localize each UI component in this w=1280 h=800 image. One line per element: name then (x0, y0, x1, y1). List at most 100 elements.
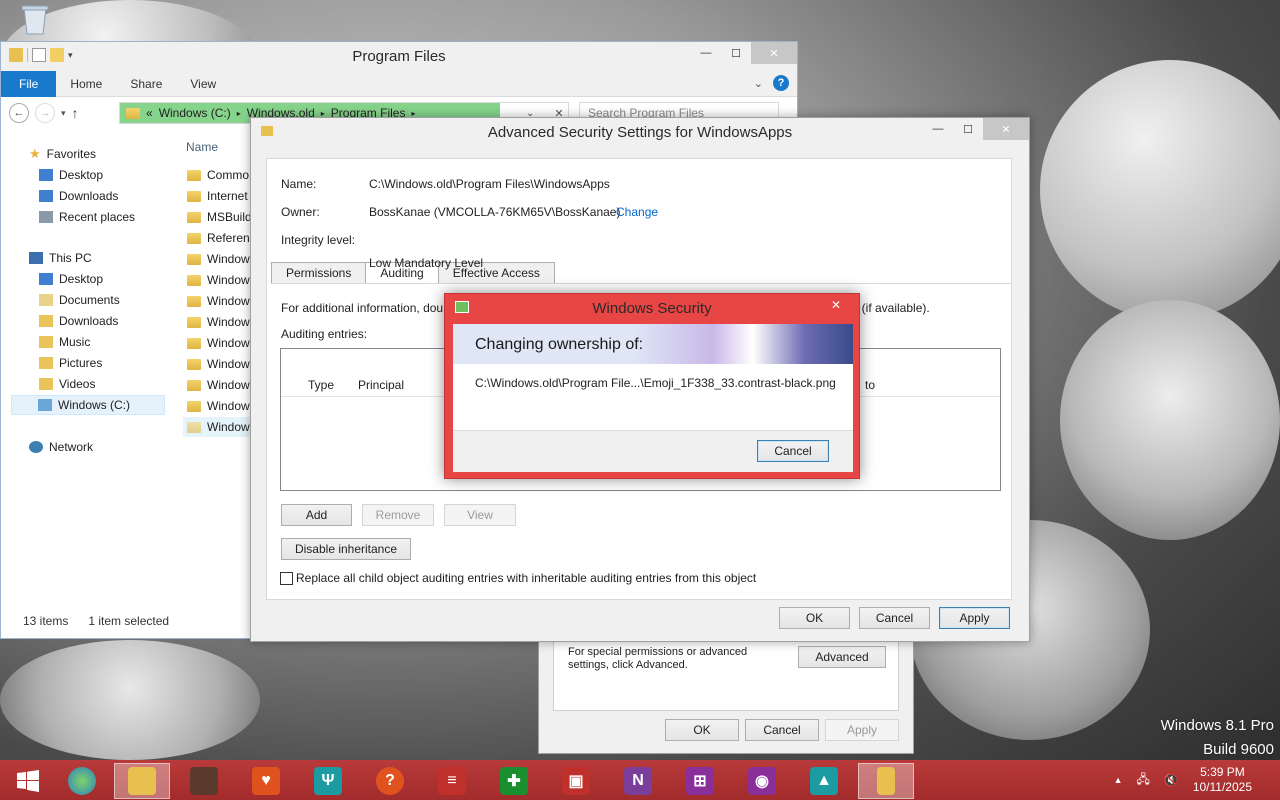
help-icon[interactable]: ? (773, 75, 789, 91)
folder-icon (187, 400, 201, 412)
taskbar-games[interactable]: ✚ (486, 763, 542, 799)
list-item[interactable]: Window (187, 354, 250, 374)
tab-home[interactable]: Home (56, 71, 116, 97)
cancel-button[interactable]: Cancel (745, 719, 819, 741)
taskbar-camera[interactable]: ◉ (734, 763, 790, 799)
close-button[interactable]: ✕ (983, 118, 1029, 140)
recent-locations-icon[interactable]: ▾ (61, 108, 66, 119)
taskbar-maps[interactable]: ⊞ (672, 763, 728, 799)
sidebar-item-desktop[interactable]: Desktop (39, 165, 103, 185)
cancel-button[interactable]: Cancel (757, 440, 829, 462)
up-button[interactable]: ↑ (72, 105, 79, 121)
sidebar-item-network[interactable]: Network (29, 437, 93, 457)
taskbar-explorer[interactable] (114, 763, 170, 799)
replace-child-entries-checkbox[interactable] (280, 572, 293, 585)
apply-button[interactable]: Apply (939, 607, 1010, 629)
close-button[interactable]: ✕ (751, 42, 797, 64)
advanced-title: Advanced Security Settings for WindowsAp… (487, 124, 793, 141)
list-item[interactable]: Window (187, 291, 250, 311)
taskbar-photos[interactable]: ▲ (796, 763, 852, 799)
tab-permissions[interactable]: Permissions (271, 262, 367, 284)
sidebar-item-downloads[interactable]: Downloads (39, 186, 118, 206)
tab-view[interactable]: View (176, 71, 230, 97)
taskbar-video[interactable]: ▣ (548, 763, 604, 799)
cancel-button[interactable]: Cancel (859, 607, 930, 629)
status-bar: 13 items 1 item selected (23, 614, 169, 628)
sidebar-item-pc-desktop[interactable]: Desktop (39, 269, 103, 289)
clock-date: 10/11/2025 (1192, 780, 1252, 794)
list-item[interactable]: Window (187, 249, 250, 269)
address-segment-drive[interactable]: Windows (C:) (159, 106, 231, 120)
taskbar-help[interactable]: ? (362, 763, 418, 799)
tab-share[interactable]: Share (116, 71, 176, 97)
list-item[interactable]: Window (187, 270, 250, 290)
ribbon-tabs: File Home Share View ⌄ ? (1, 70, 797, 97)
list-item[interactable]: Window (187, 333, 250, 353)
taskbar: ♥ Ψ ? ≡ ✚ ▣ N ⊞ ◉ ▲ ▲ 🖧 🔇 5:39 PM 10/11/… (0, 760, 1280, 800)
minimize-button[interactable]: — (923, 118, 953, 140)
taskbar-health[interactable]: ♥ (238, 763, 294, 799)
column-header-applies-to[interactable]: to (865, 378, 875, 392)
taskbar-reading-list[interactable]: ≡ (424, 763, 480, 799)
desktop-icon (39, 169, 53, 181)
back-button[interactable]: ← (9, 103, 29, 123)
list-item[interactable]: Commo (187, 165, 249, 185)
tab-file[interactable]: File (1, 70, 57, 97)
show-hidden-icons-icon[interactable]: ▲ (1114, 775, 1123, 785)
sidebar-item-music[interactable]: Music (39, 332, 90, 352)
list-item[interactable]: Window (187, 375, 250, 395)
disable-inheritance-button[interactable]: Disable inheritance (281, 538, 411, 560)
column-header-type[interactable]: Type (308, 378, 334, 392)
sidebar-item-pictures[interactable]: Pictures (39, 353, 102, 373)
expand-ribbon-icon[interactable]: ⌄ (754, 77, 763, 90)
column-header-principal[interactable]: Principal (358, 378, 404, 392)
sidebar-item-documents[interactable]: Documents (39, 290, 120, 310)
remove-button[interactable]: Remove (362, 504, 434, 526)
volume-muted-icon[interactable]: 🔇 (1164, 773, 1179, 787)
start-button[interactable] (0, 763, 56, 799)
list-item[interactable]: MSBuild (187, 207, 252, 227)
advanced-button[interactable]: Advanced (798, 646, 886, 668)
change-owner-link[interactable]: Change (616, 205, 658, 219)
minimize-button[interactable]: — (691, 42, 721, 64)
properties-panel: For special permissions or advanced sett… (553, 641, 899, 711)
taskbar-folder[interactable] (858, 763, 914, 799)
sidebar-item-drive[interactable]: Windows (C:) (11, 395, 165, 415)
sidebar-item-recent-places[interactable]: Recent places (39, 207, 135, 227)
ok-button[interactable]: OK (665, 719, 739, 741)
sidebar-item-this-pc[interactable]: This PC (29, 248, 92, 268)
list-item[interactable]: Window (187, 312, 250, 332)
taskbar-browser[interactable] (54, 763, 110, 799)
apply-button[interactable]: Apply (825, 719, 899, 741)
maximize-button[interactable]: ☐ (721, 42, 751, 64)
forward-button[interactable]: → (35, 103, 55, 123)
network-icon (29, 441, 43, 453)
maximize-button[interactable]: ☐ (953, 118, 983, 140)
list-item[interactable]: Referen (187, 228, 250, 248)
current-file-path: C:\Windows.old\Program File...\Emoji_1F3… (475, 376, 836, 390)
taskbar-food[interactable]: Ψ (300, 763, 356, 799)
add-button[interactable]: Add (281, 504, 352, 526)
navigation-pane: ★ Favorites Desktop Downloads Recent plac… (1, 132, 179, 612)
ok-button[interactable]: OK (779, 607, 850, 629)
help-tips-icon: ? (376, 767, 404, 795)
watermark-edition: Windows 8.1 Pro (1160, 717, 1274, 734)
list-item[interactable]: Window (187, 396, 250, 416)
sidebar-item-pc-downloads[interactable]: Downloads (39, 311, 118, 331)
close-button[interactable]: ✕ (821, 296, 851, 314)
sidebar-item-videos[interactable]: Videos (39, 374, 95, 394)
taskbar-onenote[interactable]: N (610, 763, 666, 799)
clock[interactable]: 5:39 PM 10/11/2025 (1193, 765, 1252, 795)
status-selection: 1 item selected (88, 614, 170, 628)
list-item-selected[interactable]: Window (183, 417, 254, 437)
view-button[interactable]: View (444, 504, 516, 526)
address-overflow[interactable]: « (146, 106, 153, 120)
list-item[interactable]: Internet (187, 186, 248, 206)
recycle-bin-icon[interactable] (18, 4, 52, 36)
downloads-icon (39, 315, 53, 327)
folder-icon (187, 211, 201, 223)
sidebar-item-favorites[interactable]: ★ Favorites (29, 144, 96, 164)
taskbar-app-1[interactable] (176, 763, 232, 799)
column-header-name[interactable]: Name (186, 140, 218, 154)
network-status-icon[interactable]: 🖧 (1136, 770, 1149, 791)
